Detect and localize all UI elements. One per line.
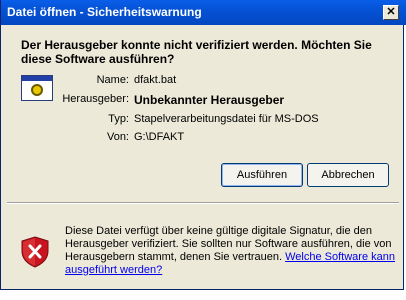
publisher-value: Unbekannter Herausgeber (134, 93, 285, 107)
name-label: Name: (96, 74, 129, 86)
security-warning-dialog: Datei öffnen - Sicherheitswarnung ✕ Der … (0, 0, 406, 290)
window-title: Datei öffnen - Sicherheitswarnung (7, 5, 202, 19)
info-row-publisher: Herausgeber: Unbekannter Herausgeber (1, 93, 406, 109)
cancel-button[interactable]: Abbrechen (307, 163, 389, 187)
info-row-type: Typ: Stapelverarbeitungsdatei für MS-DOS (1, 113, 406, 129)
type-value: Stapelverarbeitungsdatei für MS-DOS (134, 113, 319, 125)
close-icon: ✕ (386, 6, 396, 18)
type-label: Typ: (108, 113, 129, 125)
name-value: dfakt.bat (134, 74, 177, 86)
security-shield-icon (21, 236, 49, 268)
divider (7, 202, 399, 204)
warning-headline: Der Herausgeber konnte nicht verifiziert… (21, 38, 372, 66)
title-bar[interactable]: Datei öffnen - Sicherheitswarnung ✕ (1, 0, 406, 25)
from-label: Von: (106, 131, 129, 143)
info-row-from: Von: G:\DFAKT (1, 131, 406, 147)
close-button[interactable]: ✕ (383, 5, 399, 20)
publisher-label: Herausgeber: (62, 93, 129, 105)
background-strip (0, 290, 406, 300)
warning-text-block: Diese Datei verfügt über keine gültige d… (65, 225, 399, 277)
run-button[interactable]: Ausführen (221, 163, 303, 187)
from-value: G:\DFAKT (134, 131, 185, 143)
info-row-name: Name: dfakt.bat (1, 74, 406, 90)
